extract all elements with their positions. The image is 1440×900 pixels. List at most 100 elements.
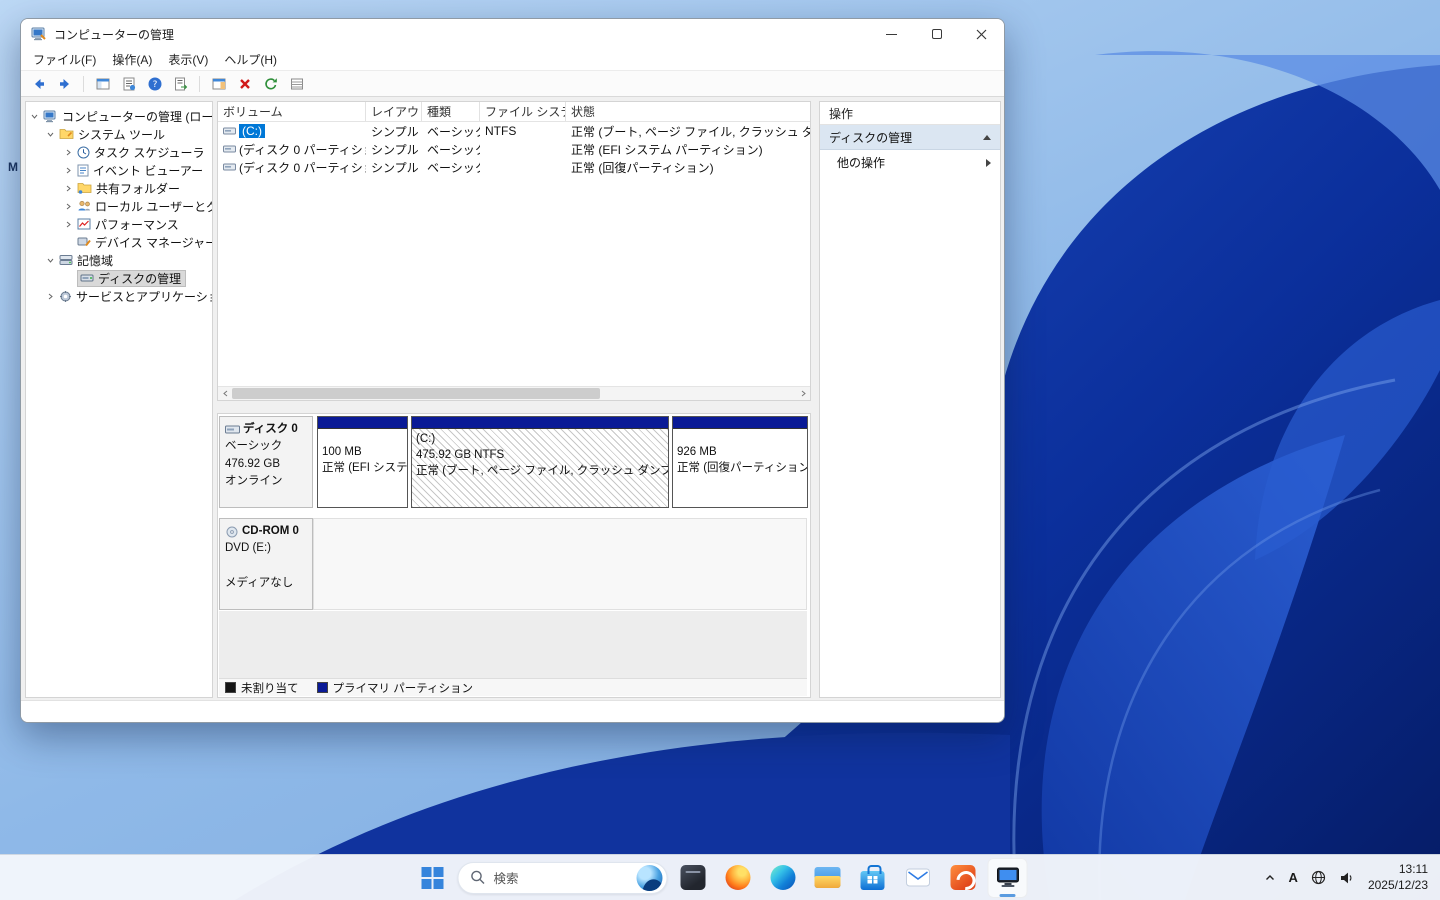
- tree-item-task-scheduler[interactable]: タスク スケジューラ: [26, 143, 212, 161]
- scrollbar-track[interactable]: [232, 387, 796, 400]
- tree-item-label: システム ツール: [78, 127, 165, 142]
- tree-item-performance[interactable]: パフォーマンス: [26, 215, 212, 233]
- title-bar[interactable]: コンピューターの管理: [21, 19, 1004, 49]
- tree-item-device-manager[interactable]: デバイス マネージャー: [26, 233, 212, 251]
- column-header-layout[interactable]: レイアウト: [366, 102, 422, 121]
- file-explorer-button[interactable]: [808, 858, 848, 898]
- start-button[interactable]: [413, 858, 453, 898]
- scroll-left-arrow[interactable]: [218, 387, 232, 400]
- close-button[interactable]: [959, 19, 1004, 49]
- partition-efi[interactable]: 100 MB 正常 (EFI システ: [317, 416, 408, 508]
- taskbar-search-box[interactable]: 検索: [457, 861, 668, 894]
- chevron-right-icon[interactable]: [63, 184, 73, 193]
- computer-management-icon: [996, 867, 1019, 887]
- chevron-right-icon[interactable]: [63, 148, 73, 157]
- microsoft-store-button[interactable]: [853, 858, 893, 898]
- close-icon: [976, 29, 987, 39]
- volume-row-partition4[interactable]: (ディスク 0 パーティション 4) シンプル ベーシック 正常 (回復パーティ…: [218, 158, 810, 176]
- column-header-volume[interactable]: ボリューム: [218, 102, 366, 121]
- tree-item-label: デバイス マネージャー: [95, 235, 212, 250]
- network-globe-icon[interactable]: [1311, 870, 1326, 885]
- menu-action[interactable]: 操作(A): [104, 49, 160, 70]
- cell-layout: シンプル: [371, 124, 419, 139]
- taskbar-clock[interactable]: 13:11 2025/12/23: [1368, 862, 1428, 893]
- speaker-icon[interactable]: [1339, 871, 1355, 885]
- partition-color-bar: [412, 417, 668, 429]
- tree-item-storage[interactable]: 記憶域: [26, 251, 212, 269]
- tree-item-local-users-groups[interactable]: ローカル ユーザーとグループ: [26, 197, 212, 215]
- scroll-right-arrow[interactable]: [796, 387, 810, 400]
- hidden-icons-chevron-icon[interactable]: [1264, 872, 1276, 884]
- device-manager-icon: [77, 237, 91, 247]
- column-header-filesystem[interactable]: ファイル システム: [480, 102, 566, 121]
- mail-button[interactable]: [898, 858, 938, 898]
- refresh-button[interactable]: [259, 73, 282, 95]
- export-list-button[interactable]: [169, 73, 192, 95]
- firefox-button[interactable]: [718, 858, 758, 898]
- scrollbar-thumb[interactable]: [232, 388, 600, 399]
- horizontal-scrollbar[interactable]: [218, 386, 810, 400]
- chevron-right-icon[interactable]: [63, 166, 73, 175]
- forward-button[interactable]: [53, 73, 76, 95]
- cell-type: ベーシック: [427, 124, 480, 139]
- search-highlight-thumbnail[interactable]: [636, 864, 663, 891]
- chevron-down-icon[interactable]: [45, 256, 55, 265]
- chevron-right-icon[interactable]: [63, 220, 73, 229]
- tree-item-label: ディスクの管理: [98, 271, 182, 286]
- show-console-tree-button[interactable]: [91, 73, 114, 95]
- edge-button[interactable]: [763, 858, 803, 898]
- legend-unallocated: 未割り当て: [225, 680, 299, 696]
- cell-filesystem: NTFS: [485, 124, 517, 138]
- actions-more-item[interactable]: 他の操作: [820, 150, 1000, 175]
- menu-help[interactable]: ヘルプ(H): [216, 49, 285, 70]
- action-pane-toggle-button[interactable]: [207, 73, 230, 95]
- desktop: M コンピューターの管理 ファイル(F) 操作(A) 表示(V) ヘルプ(H) …: [0, 0, 1440, 900]
- cdrom-name: CD-ROM 0: [242, 525, 299, 537]
- partition-recovery[interactable]: 926 MB 正常 (回復パーティション): [672, 416, 808, 508]
- tree-item-shared-folders[interactable]: 共有フォルダー: [26, 179, 212, 197]
- export-list-icon: [174, 77, 187, 90]
- volume-row-partition1[interactable]: (ディスク 0 パーティション 1) シンプル ベーシック 正常 (EFI シス…: [218, 140, 810, 158]
- minimize-button[interactable]: [869, 19, 914, 49]
- chevron-right-icon[interactable]: [63, 202, 73, 211]
- actions-disk-management-group[interactable]: ディスクの管理: [820, 125, 1000, 150]
- ime-indicator[interactable]: A: [1289, 870, 1298, 885]
- tree-item-root[interactable]: コンピューターの管理 (ローカル): [26, 107, 212, 125]
- cell-layout: シンプル: [371, 142, 419, 157]
- event-viewer-icon: [77, 164, 89, 176]
- volume-row-c[interactable]: (C:) シンプル ベーシック NTFS 正常 (ブート, ページ ファイル, …: [218, 122, 810, 140]
- tree-item-system-tools[interactable]: システム ツール: [26, 125, 212, 143]
- help-icon: ?: [148, 77, 161, 90]
- column-header-type[interactable]: 種類: [422, 102, 480, 121]
- computer-management-taskbar-button[interactable]: [987, 857, 1028, 898]
- chevron-down-icon[interactable]: [45, 130, 55, 139]
- delete-volume-button[interactable]: [233, 73, 256, 95]
- chevron-right-icon[interactable]: [45, 292, 55, 301]
- cell-type: ベーシック: [427, 142, 480, 157]
- column-header-status[interactable]: 状態: [566, 102, 810, 121]
- cdrom-empty-area[interactable]: [313, 518, 807, 610]
- clock-time: 13:11: [1398, 861, 1428, 876]
- volume-icon: [223, 163, 236, 171]
- chevron-down-icon[interactable]: [29, 112, 39, 121]
- tree-item-event-viewer[interactable]: イベント ビューアー: [26, 161, 212, 179]
- maximize-button[interactable]: [914, 19, 959, 49]
- menu-view[interactable]: 表示(V): [160, 49, 216, 70]
- properties-button[interactable]: [117, 73, 140, 95]
- svg-text:?: ?: [152, 80, 157, 90]
- partition-c-selected[interactable]: (C:) 475.92 GB NTFS 正常 (ブート, ページ ファイル, ク…: [411, 416, 669, 508]
- collapse-arrow-icon[interactable]: [983, 134, 991, 140]
- menu-file[interactable]: ファイル(F): [25, 49, 104, 70]
- tree-item-services-apps[interactable]: サービスとアプリケーション: [26, 287, 212, 305]
- tree-item-disk-management[interactable]: ディスクの管理: [26, 269, 212, 287]
- back-button[interactable]: [27, 73, 50, 95]
- disk0-label[interactable]: ディスク 0 ベーシック 476.92 GB オンライン: [219, 416, 313, 508]
- pinned-app-dark-button[interactable]: [673, 858, 713, 898]
- cdrom-label[interactable]: CD-ROM 0 DVD (E:) メディアなし: [219, 518, 313, 610]
- tree-selection[interactable]: ディスクの管理: [77, 269, 187, 287]
- actions-group-label: ディスクの管理: [829, 130, 913, 145]
- help-button[interactable]: ?: [143, 73, 166, 95]
- microsoft-365-button[interactable]: [943, 858, 983, 898]
- back-icon: [34, 78, 44, 89]
- details-view-button[interactable]: [285, 73, 308, 95]
